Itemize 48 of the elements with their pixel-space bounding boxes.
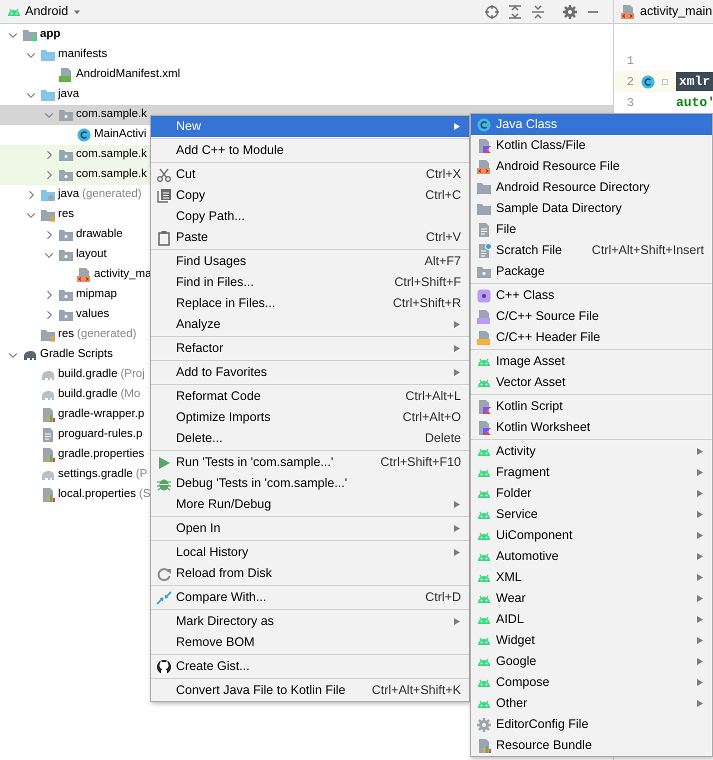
item-label: drawable (76, 227, 123, 242)
shortcut-text: Alt+F7 (424, 253, 461, 270)
shortcut-text: Ctrl+Alt+O (402, 409, 461, 426)
item-label: Gradle Scripts (40, 347, 113, 362)
item-hint: (generated) (76, 327, 136, 342)
item-label: com.sample.k (76, 107, 147, 122)
item-label: activity_ma (94, 267, 152, 282)
item-label: values (76, 307, 110, 322)
item-hint: (Proj (120, 367, 145, 382)
item-label: app (40, 27, 60, 42)
shortcut-text: Ctrl+Shift+F (394, 274, 461, 292)
item-hint: (S (138, 487, 150, 502)
item-label: java (58, 87, 80, 102)
code-text: auto' (676, 94, 713, 112)
shortcut-text: Ctrl+Alt+Shift+K (372, 682, 461, 700)
item-hint: (Mo (120, 387, 140, 402)
item-label: gradle-wrapper.p (58, 407, 144, 422)
item-label: proguard-rules.p (58, 427, 142, 442)
item-label: MainActivi (94, 127, 146, 142)
item-label: gradle.properties (58, 447, 144, 462)
item-label: com.sample.k (76, 147, 147, 162)
line-number: 2 (626, 74, 634, 90)
shortcut-text: Ctrl+C (425, 187, 461, 204)
item-label: layout (76, 247, 107, 262)
shortcut-text: Ctrl+Alt+Shift+Insert (592, 242, 704, 260)
shortcut-text: Ctrl+Alt+L (405, 388, 461, 406)
item-label: build.gradle (58, 387, 118, 402)
item-label: manifests (58, 47, 108, 62)
shortcut-text: Ctrl+D (425, 589, 461, 606)
item-label: res (58, 207, 74, 222)
item-label: AndroidManifest.xml (76, 67, 180, 82)
item-hint: (P (136, 467, 148, 482)
shortcut-text: Ctrl+Shift+F10 (380, 454, 461, 472)
item-label: java (58, 187, 80, 202)
item-label: mipmap (76, 287, 117, 302)
code-text: xmlr (676, 72, 713, 92)
item-label: com.sample.k (76, 167, 147, 182)
item-label: settings.gradle (58, 467, 133, 482)
shortcut-text: Ctrl+Shift+R (392, 295, 461, 312)
shortcut-text: Ctrl+X (426, 166, 461, 184)
item-label: local.properties (58, 487, 136, 502)
line-number: 1 (626, 52, 634, 70)
line-number: 3 (626, 94, 634, 112)
item-label: res (58, 327, 74, 342)
item-label: build.gradle (58, 367, 118, 382)
item-hint: (generated) (82, 187, 142, 202)
shortcut-text: Ctrl+V (426, 229, 461, 246)
shortcut-text: Delete (424, 430, 461, 448)
